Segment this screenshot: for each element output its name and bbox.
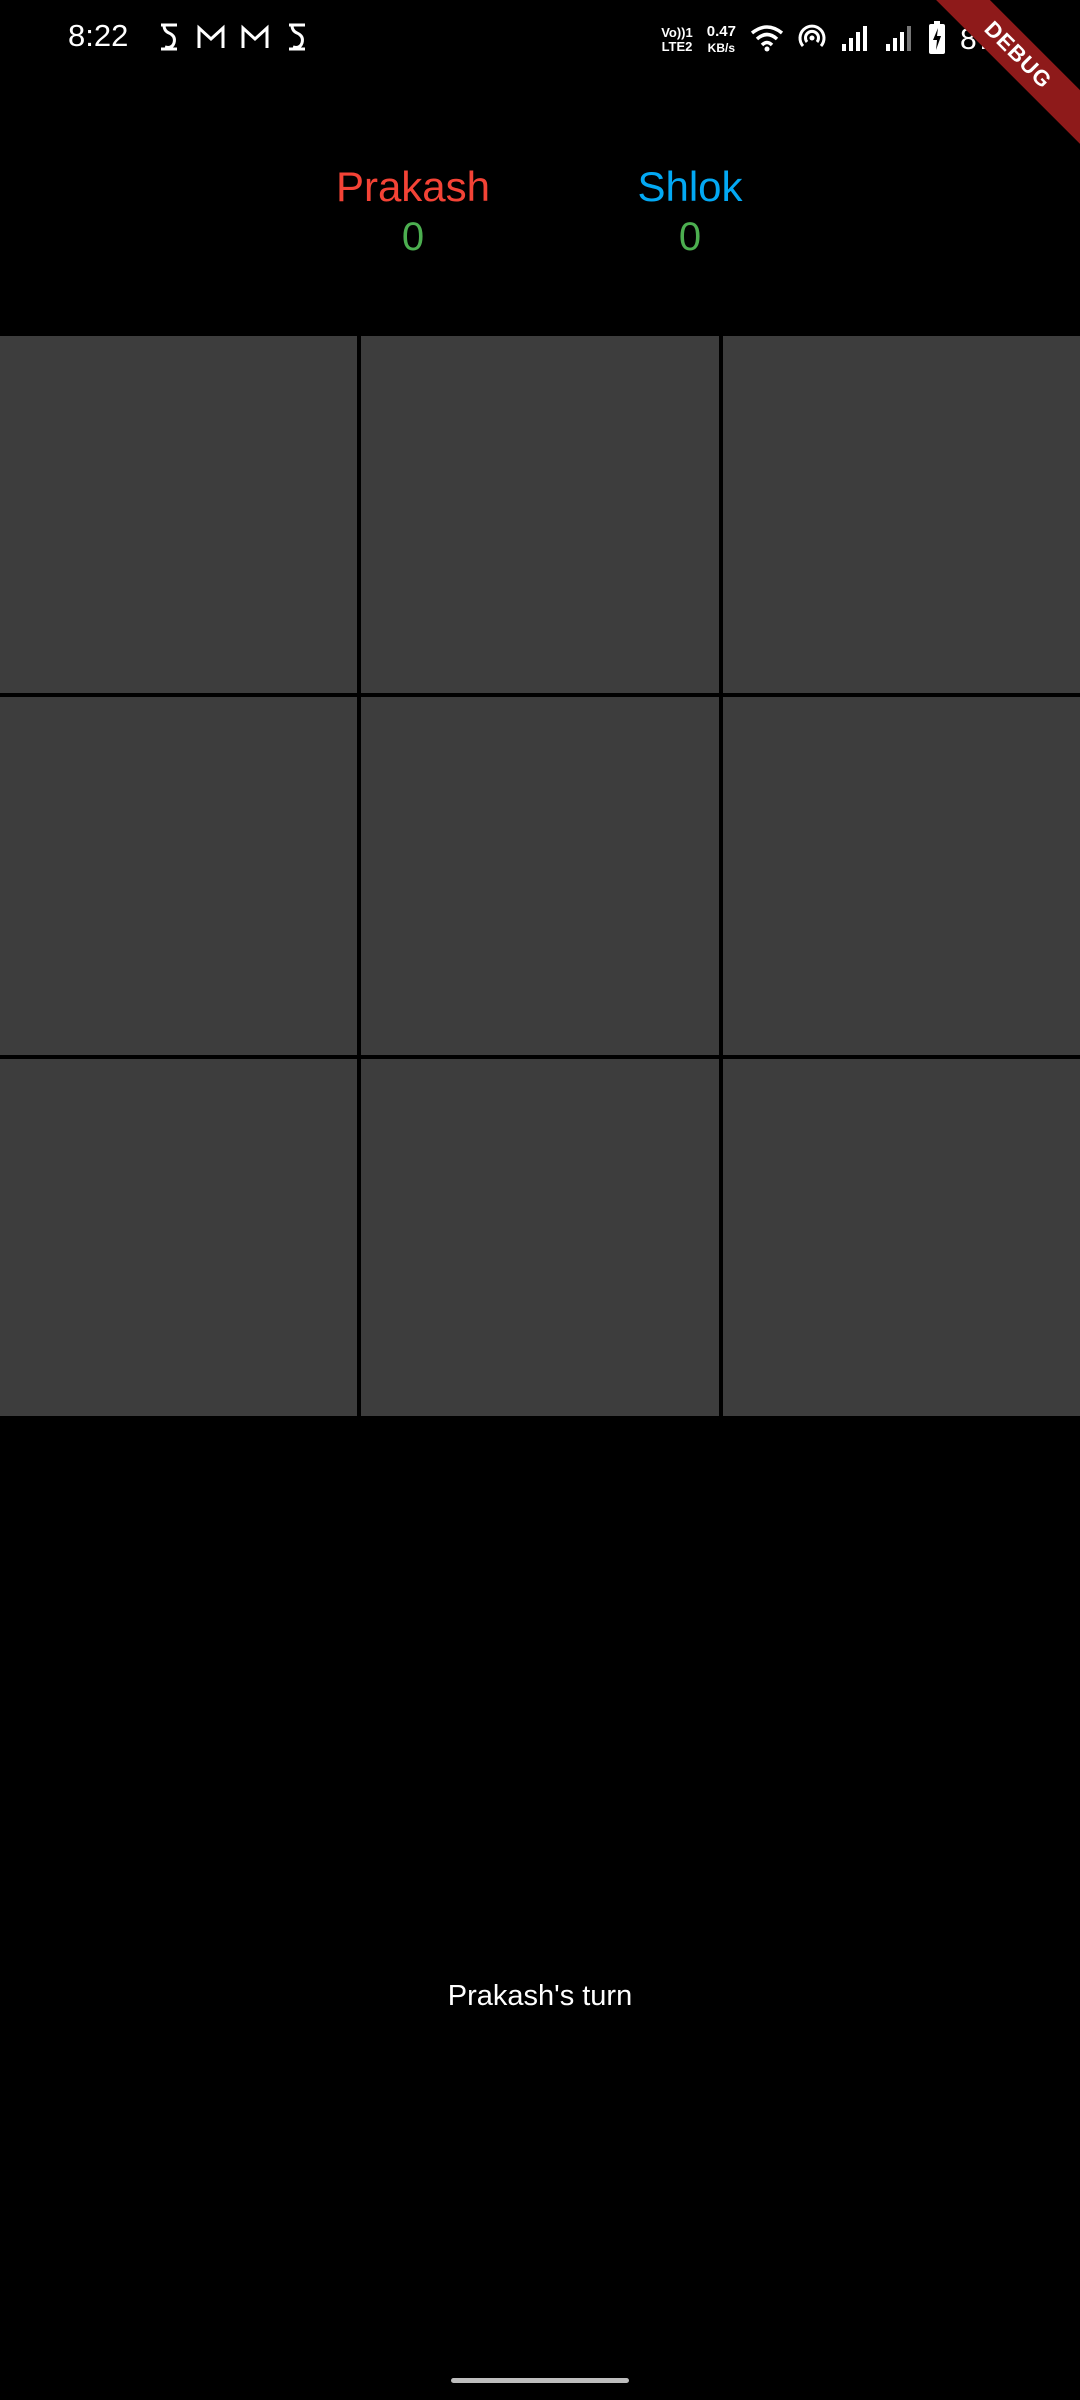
player-two-name: Shlok <box>637 163 743 210</box>
player-one-score: Prakash 0 <box>303 160 523 260</box>
home-indicator[interactable] <box>451 2378 629 2383</box>
board-cell[interactable] <box>0 697 358 1055</box>
turn-indicator: Prakash's turn <box>447 1980 633 2012</box>
hotspot-icon <box>798 24 826 57</box>
board-cell[interactable] <box>361 1058 719 1416</box>
board-cell[interactable] <box>0 1058 358 1416</box>
signal-icon <box>840 24 870 57</box>
s-notification-icon <box>284 22 310 52</box>
board-cell[interactable] <box>722 697 1080 1055</box>
board-cell[interactable] <box>361 336 719 694</box>
status-time: 8:22 <box>68 18 129 53</box>
player-two-score: Shlok 0 <box>580 160 800 260</box>
board-cell[interactable] <box>361 697 719 1055</box>
board-cell[interactable] <box>0 336 358 694</box>
player-one-score-value: 0 <box>401 215 425 259</box>
game-board <box>0 336 1080 1416</box>
battery-charging-icon <box>928 20 946 60</box>
gmail-icon <box>240 22 270 52</box>
gmail-icon <box>196 22 226 52</box>
signal-icon <box>884 24 914 57</box>
s-notification-icon <box>156 22 182 52</box>
player-two-score-value: 0 <box>678 215 702 259</box>
notification-icons <box>156 22 310 52</box>
status-bar: 8:22 Vo))1 LTE2 0.47 KB/s DEBUG <box>0 0 1080 154</box>
volte-indicator: Vo))1 LTE2 <box>661 25 693 54</box>
network-speed: 0.47 KB/s <box>706 23 736 56</box>
player-one-name: Prakash <box>335 163 491 210</box>
board-cell[interactable] <box>722 336 1080 694</box>
app-screen: 8:22 Vo))1 LTE2 0.47 KB/s DEBUG Prakash … <box>0 0 1080 2400</box>
wifi-icon <box>750 24 784 57</box>
board-cell[interactable] <box>722 1058 1080 1416</box>
